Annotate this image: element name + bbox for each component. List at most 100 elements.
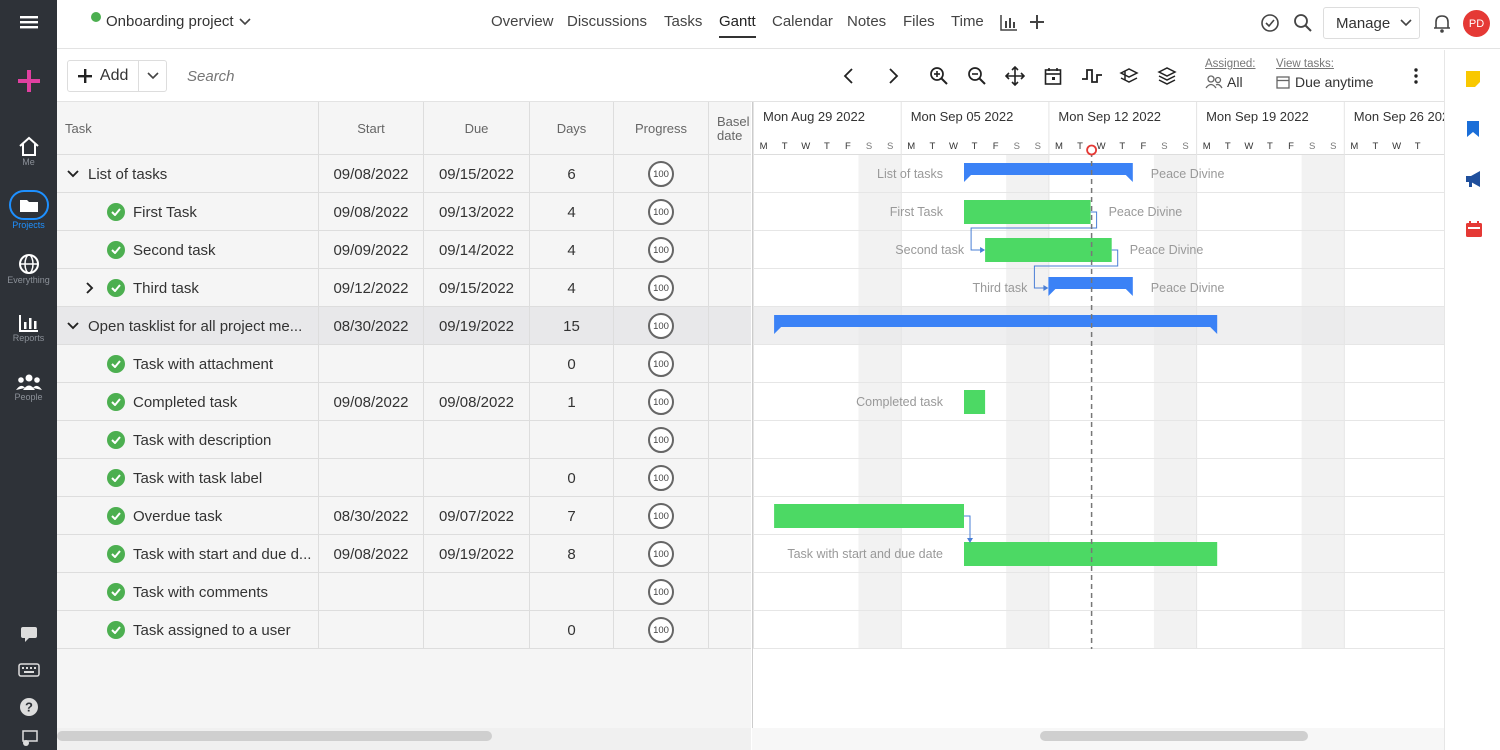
days-cell[interactable]: 0 [530, 611, 614, 649]
completed-check-icon[interactable] [107, 355, 125, 373]
task-name-cell[interactable]: Task with attachment [57, 345, 319, 383]
progress-cell[interactable]: 100 [614, 459, 709, 497]
start-date-cell[interactable]: 09/08/2022 [319, 383, 424, 421]
start-date-cell[interactable] [319, 611, 424, 649]
baseline-cell[interactable] [709, 269, 751, 307]
manage-button[interactable]: Manage [1323, 7, 1420, 39]
completed-check-icon[interactable] [107, 241, 125, 259]
task-bar[interactable] [774, 504, 964, 528]
baseline-cell[interactable] [709, 345, 751, 383]
calendar-icon[interactable] [1465, 220, 1483, 243]
due-date-cell[interactable]: 09/15/2022 [424, 155, 530, 193]
baseline-cell[interactable] [709, 383, 751, 421]
task-bar[interactable] [985, 238, 1112, 262]
column-header-due[interactable]: Due [424, 102, 530, 155]
view-tasks-filter[interactable]: Due anytime [1276, 74, 1374, 90]
help-icon[interactable]: ? [0, 697, 57, 717]
grid-horizontal-scrollbar[interactable] [57, 728, 751, 750]
task-name-cell[interactable]: First Task [57, 193, 319, 231]
more-options-icon[interactable] [1404, 64, 1428, 88]
quick-add-button[interactable] [0, 68, 57, 94]
bell-icon[interactable] [1433, 13, 1451, 38]
nav-everything[interactable]: Everything [0, 253, 57, 285]
task-name-cell[interactable]: Task assigned to a user [57, 611, 319, 649]
due-date-cell[interactable]: 09/13/2022 [424, 193, 530, 231]
baseline-cell[interactable] [709, 535, 751, 573]
calendar-icon[interactable] [1041, 64, 1065, 88]
completed-check-icon[interactable] [107, 431, 125, 449]
task-bar[interactable] [964, 200, 1091, 224]
table-row[interactable]: Completed task 09/08/2022 09/08/2022 1 100 [57, 383, 751, 421]
progress-cell[interactable]: 100 [614, 345, 709, 383]
project-title-dropdown[interactable]: Onboarding project [106, 13, 252, 30]
tab-files[interactable]: Files [903, 13, 935, 30]
column-header-progress[interactable]: Progress [614, 102, 709, 155]
days-cell[interactable]: 4 [530, 193, 614, 231]
baseline-cell[interactable] [709, 155, 751, 193]
column-header-start[interactable]: Start [319, 102, 424, 155]
start-date-cell[interactable] [319, 345, 424, 383]
completed-check-icon[interactable] [107, 279, 125, 297]
days-cell[interactable]: 8 [530, 535, 614, 573]
progress-cell[interactable]: 100 [614, 421, 709, 459]
add-button[interactable]: Add [68, 61, 140, 91]
tab-notes[interactable]: Notes [847, 13, 886, 30]
due-date-cell[interactable]: 09/08/2022 [424, 383, 530, 421]
progress-cell[interactable]: 100 [614, 535, 709, 573]
progress-cell[interactable]: 100 [614, 269, 709, 307]
due-date-cell[interactable] [424, 573, 530, 611]
task-name-cell[interactable]: Task with task label [57, 459, 319, 497]
days-cell[interactable]: 0 [530, 345, 614, 383]
task-name-cell[interactable]: Completed task [57, 383, 319, 421]
task-bar[interactable] [964, 390, 986, 414]
completed-check-icon[interactable] [107, 393, 125, 411]
timer-icon[interactable] [1260, 13, 1280, 38]
start-date-cell[interactable]: 09/09/2022 [319, 231, 424, 269]
profile-switch-icon[interactable] [0, 730, 57, 748]
add-dropdown-button[interactable] [139, 61, 166, 91]
summary-bar[interactable] [1048, 277, 1133, 289]
due-date-cell[interactable]: 09/19/2022 [424, 535, 530, 573]
move-icon[interactable] [1003, 64, 1027, 88]
start-date-cell[interactable] [319, 421, 424, 459]
start-date-cell[interactable]: 09/08/2022 [319, 535, 424, 573]
start-date-cell[interactable]: 09/08/2022 [319, 155, 424, 193]
completed-check-icon[interactable] [107, 583, 125, 601]
completed-check-icon[interactable] [107, 621, 125, 639]
due-date-cell[interactable] [424, 345, 530, 383]
days-cell[interactable]: 15 [530, 307, 614, 345]
due-date-cell[interactable] [424, 421, 530, 459]
table-row[interactable]: Third task 09/12/2022 09/15/2022 4 100 [57, 269, 751, 307]
days-cell[interactable] [530, 573, 614, 611]
chevron-down-icon[interactable] [67, 321, 79, 331]
tab-calendar[interactable]: Calendar [772, 13, 833, 30]
bookmark-icon[interactable] [1466, 120, 1480, 143]
announcement-icon[interactable] [1464, 170, 1484, 193]
nav-me[interactable]: Me [0, 135, 57, 167]
table-row[interactable]: Task assigned to a user 0 100 [57, 611, 751, 649]
layers-icon[interactable] [1155, 64, 1179, 88]
grid-scroll-thumb[interactable] [57, 731, 492, 741]
baseline-cell[interactable] [709, 611, 751, 649]
column-header-task[interactable]: Task [57, 102, 319, 155]
baseline-cell[interactable] [709, 573, 751, 611]
search-input[interactable] [187, 62, 407, 90]
progress-cell[interactable]: 100 [614, 573, 709, 611]
due-date-cell[interactable]: 09/07/2022 [424, 497, 530, 535]
tab-reports-icon[interactable] [1000, 14, 1018, 37]
baseline-cell[interactable] [709, 193, 751, 231]
chat-icon[interactable] [0, 625, 57, 643]
progress-cell[interactable]: 100 [614, 383, 709, 421]
zoom-in-icon[interactable] [927, 64, 951, 88]
start-date-cell[interactable]: 09/08/2022 [319, 193, 424, 231]
completed-check-icon[interactable] [107, 203, 125, 221]
baseline-cell[interactable] [709, 307, 751, 345]
task-name-cell[interactable]: Second task [57, 231, 319, 269]
task-name-cell[interactable]: List of tasks [57, 155, 319, 193]
column-header-days[interactable]: Days [530, 102, 614, 155]
table-row[interactable]: Task with task label 0 100 [57, 459, 751, 497]
completed-check-icon[interactable] [107, 469, 125, 487]
table-row[interactable]: Task with comments 100 [57, 573, 751, 611]
task-name-cell[interactable]: Third task [57, 269, 319, 307]
start-date-cell[interactable]: 08/30/2022 [319, 497, 424, 535]
